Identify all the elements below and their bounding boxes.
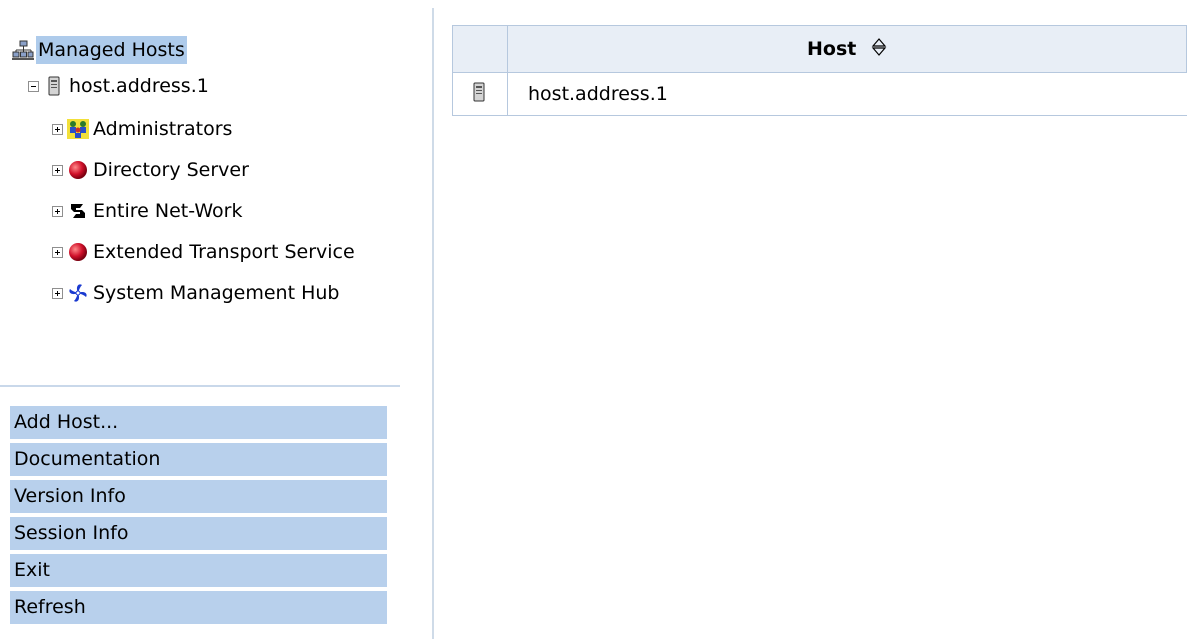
tree-host-node[interactable]: host.address.1 (28, 72, 211, 100)
tree-item-label: Extended Transport Service (93, 241, 355, 263)
host-column-header[interactable]: Host (507, 25, 1187, 73)
tree-root-label: Managed Hosts (36, 36, 187, 64)
tree-divider (0, 385, 400, 387)
expand-toggle-icon[interactable] (52, 164, 63, 176)
app-root: Managed Hosts host.address.1 Administrat… (0, 0, 1187, 639)
host-table-pane: Host host.address.1 (452, 25, 1187, 116)
hosts-table: Host host.address.1 (452, 25, 1187, 116)
tree-item-extended-transport-service[interactable]: Extended Transport Service (52, 238, 357, 266)
table-header-row: Host (452, 25, 1187, 73)
tree-item-label: Entire Net-Work (93, 200, 243, 222)
sort-toggle-icon[interactable] (871, 37, 887, 61)
tree-item-directory-server[interactable]: Directory Server (52, 156, 251, 184)
server-icon (43, 75, 65, 97)
icon-column-header (452, 25, 508, 73)
tree-item-administrators[interactable]: Administrators (52, 115, 234, 143)
tree-item-entire-net-work[interactable]: Entire Net-Work (52, 197, 244, 225)
left-navigation-pane: Managed Hosts host.address.1 Administrat… (0, 0, 432, 639)
collapse-toggle-icon[interactable] (28, 80, 39, 92)
tree-host-label: host.address.1 (69, 75, 209, 97)
row-icon-cell (452, 72, 508, 116)
network-hosts-icon (12, 39, 34, 61)
version-info-button[interactable]: Version Info (10, 480, 387, 513)
administrators-icon (67, 118, 89, 140)
red-ball-icon (67, 241, 89, 263)
expand-toggle-icon[interactable] (52, 123, 63, 135)
entire-network-icon (67, 200, 89, 222)
tree-item-label: Administrators (93, 118, 233, 140)
tree-item-label: System Management Hub (93, 282, 340, 304)
pane-splitter[interactable] (432, 8, 434, 639)
red-ball-icon (67, 159, 89, 181)
host-column-label: Host (807, 37, 857, 60)
smh-pinwheel-icon (67, 282, 89, 304)
table-row[interactable]: host.address.1 (452, 72, 1187, 116)
expand-toggle-icon[interactable] (52, 205, 63, 217)
server-icon (468, 81, 490, 103)
session-info-button[interactable]: Session Info (10, 517, 387, 550)
host-cell[interactable]: host.address.1 (507, 72, 1187, 116)
refresh-button[interactable]: Refresh (10, 591, 387, 624)
add-host-button[interactable]: Add Host... (10, 406, 387, 439)
tree-item-label: Directory Server (93, 159, 249, 181)
expand-toggle-icon[interactable] (52, 287, 63, 299)
action-menu: Add Host... Documentation Version Info S… (10, 406, 387, 628)
tree-item-system-management-hub[interactable]: System Management Hub (52, 279, 341, 307)
expand-toggle-icon[interactable] (52, 246, 63, 258)
documentation-button[interactable]: Documentation (10, 443, 387, 476)
exit-button[interactable]: Exit (10, 554, 387, 587)
tree-root-managed-hosts[interactable]: Managed Hosts (12, 36, 187, 64)
